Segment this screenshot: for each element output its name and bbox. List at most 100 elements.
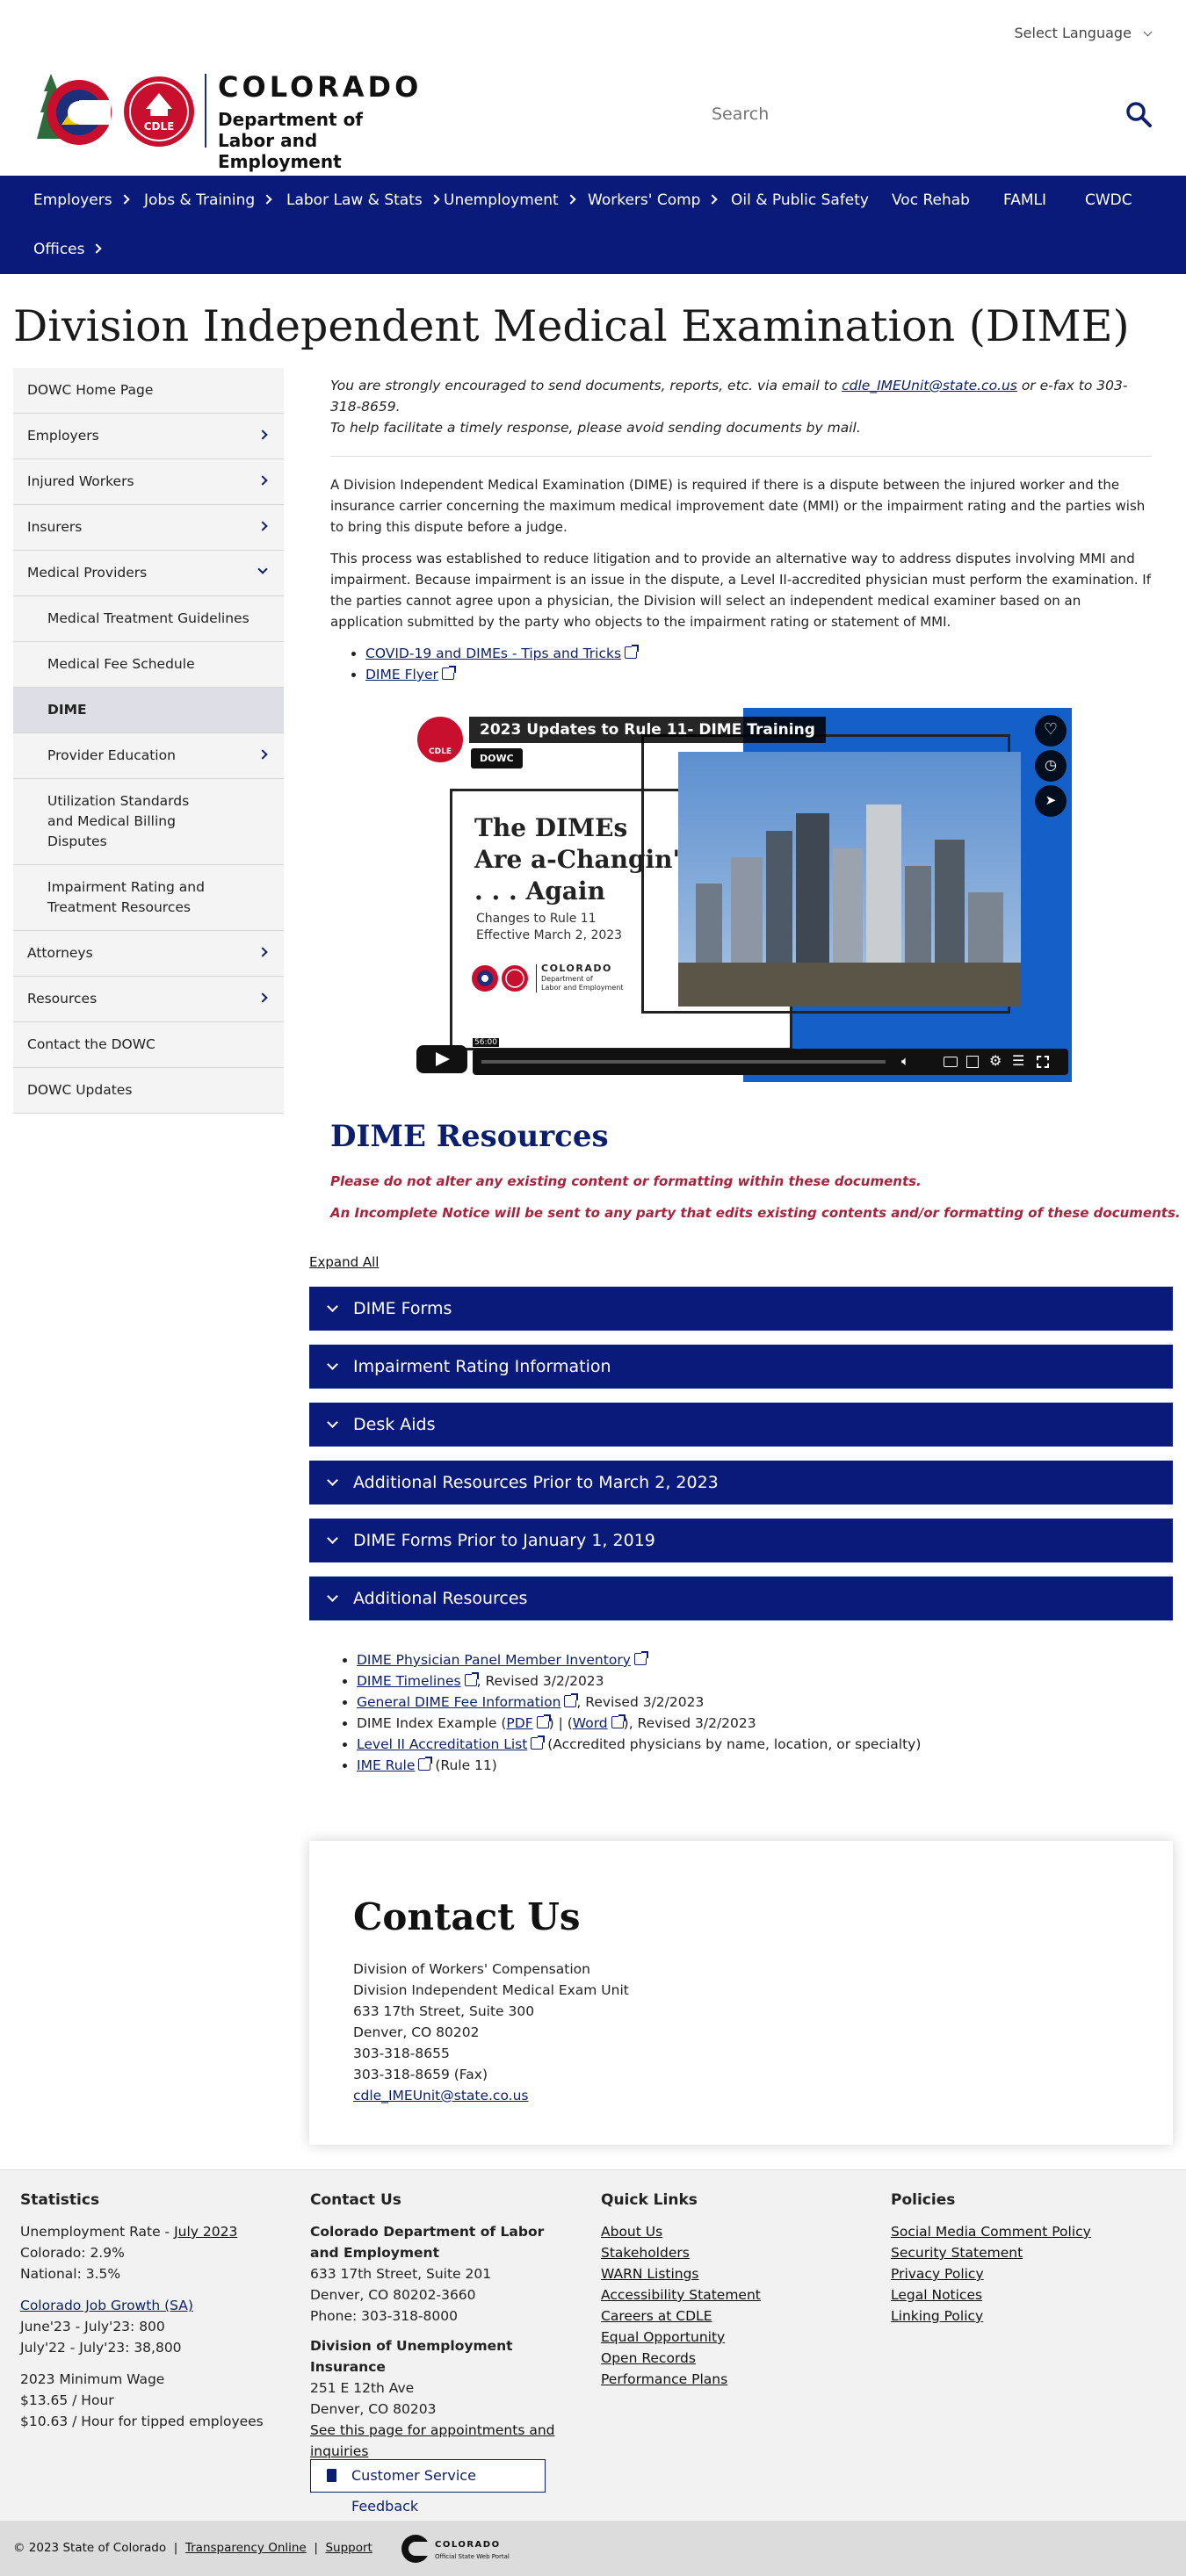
chevron-right-icon[interactable]: [257, 749, 268, 760]
settings-gear-icon[interactable]: ⚙: [989, 1052, 1002, 1069]
sidebar-item-dime[interactable]: DIME: [13, 688, 284, 733]
stakeholders-link[interactable]: Stakeholders: [601, 2245, 690, 2261]
ime-rule-link[interactable]: IME Rule: [357, 1757, 415, 1773]
legal-notices-link[interactable]: Legal Notices: [891, 2287, 982, 2303]
contact-email-link[interactable]: cdle_IMEUnit@state.co.us: [353, 2088, 529, 2103]
select-language[interactable]: Select Language: [1015, 25, 1153, 41]
chevron-right-icon[interactable]: [257, 429, 268, 440]
sidebar-item-resources[interactable]: Resources: [13, 977, 284, 1022]
slide-logo-sub-1: Department of: [541, 975, 593, 983]
chevron-right-icon[interactable]: [257, 475, 268, 486]
chevron-right-icon[interactable]: [257, 947, 268, 957]
careers-link[interactable]: Careers at CDLE: [601, 2308, 712, 2324]
video-title[interactable]: 2023 Updates to Rule 11- DIME Training: [469, 717, 826, 743]
dime-timelines-link[interactable]: DIME Timelines: [357, 1673, 461, 1689]
play-button[interactable]: [416, 1045, 467, 1073]
accordion-forms-prior-2019[interactable]: DIME Forms Prior to January 1, 2019: [309, 1519, 1173, 1562]
cdle-logo[interactable]: CDLE COLORADO Department of Labor and Em…: [25, 69, 446, 172]
sidebar-item-employers[interactable]: Employers: [13, 414, 284, 459]
open-records-link[interactable]: Open Records: [601, 2350, 696, 2366]
heart-icon[interactable]: ♡: [1035, 715, 1067, 747]
sidebar-item-medical-fee-schedule[interactable]: Medical Fee Schedule: [13, 642, 284, 688]
youtube-video-player[interactable]: The DIMEs Are a-Changin' . . . Again Cha…: [413, 708, 1072, 1082]
playlist-icon[interactable]: ☰: [1012, 1052, 1024, 1069]
search-input[interactable]: [712, 97, 1089, 132]
sidebar-item-attorneys[interactable]: Attorneys: [13, 931, 284, 977]
state-logo-subtitle: Official State Web Portal: [435, 2553, 510, 2560]
footer-heading: Quick Links: [601, 2191, 698, 2209]
sidebar-item-medical-treatment-guidelines[interactable]: Medical Treatment Guidelines: [13, 596, 284, 642]
sidebar-item-dowc-updates[interactable]: DOWC Updates: [13, 1068, 284, 1114]
accordion-dime-forms[interactable]: DIME Forms: [309, 1287, 1173, 1331]
about-us-link[interactable]: About Us: [601, 2224, 662, 2240]
submission-notice: You are strongly encouraged to send docu…: [330, 375, 1152, 438]
list-item: General DIME Fee Information , Revised 3/…: [357, 1692, 921, 1713]
watch-later-icon[interactable]: ◷: [1035, 750, 1067, 782]
svg-text:CDLE: CDLE: [144, 120, 175, 133]
sidebar-item-medical-providers[interactable]: Medical Providers: [13, 551, 284, 596]
accreditation-list-link[interactable]: Level II Accreditation List: [357, 1736, 527, 1752]
unemployment-month-link[interactable]: July 2023: [174, 2224, 237, 2240]
equal-opportunity-link[interactable]: Equal Opportunity: [601, 2329, 725, 2345]
nav-voc-rehab[interactable]: Voc Rehab: [892, 191, 970, 209]
state-portal-logo[interactable]: COLORADO Official State Web Portal: [400, 2533, 523, 2565]
channel-name[interactable]: DOWC: [471, 748, 523, 768]
accordion-desk-aids[interactable]: Desk Aids: [309, 1403, 1173, 1447]
notice-email-link[interactable]: cdle_IMEUnit@state.co.us: [842, 378, 1017, 393]
accordion-additional-prior-2023[interactable]: Additional Resources Prior to March 2, 2…: [309, 1461, 1173, 1504]
sidebar-item-provider-education[interactable]: Provider Education: [13, 733, 284, 779]
expand-all-link[interactable]: Expand All: [309, 1254, 379, 1270]
warn-listings-link[interactable]: WARN Listings: [601, 2266, 699, 2282]
transparency-online-link[interactable]: Transparency Online: [185, 2541, 307, 2555]
social-media-policy-link[interactable]: Social Media Comment Policy: [891, 2224, 1091, 2240]
nav-unemployment[interactable]: Unemployment: [444, 191, 576, 209]
sidebar-item-impairment-rating[interactable]: Impairment Rating and Treatment Resource…: [13, 865, 284, 931]
nav-jobs-training[interactable]: Jobs & Training: [144, 191, 272, 209]
volume-icon[interactable]: 🔈︎: [901, 1053, 909, 1069]
physician-panel-inventory-link[interactable]: DIME Physician Panel Member Inventory: [357, 1652, 631, 1668]
sidebar-item-injured-workers[interactable]: Injured Workers: [13, 459, 284, 505]
chevron-down-icon[interactable]: [257, 564, 268, 574]
sidebar-item-insurers[interactable]: Insurers: [13, 505, 284, 551]
covid-dime-tips-link[interactable]: COVID-19 and DIMEs - Tips and Tricks: [365, 646, 621, 661]
channel-avatar[interactable]: CDLE: [416, 715, 465, 764]
sidebar-item-contact-dowc[interactable]: Contact the DOWC: [13, 1022, 284, 1068]
job-growth-link[interactable]: Colorado Job Growth (SA): [20, 2298, 193, 2313]
video-control-bar[interactable]: 🔈︎ ⚙ ☰: [473, 1049, 1068, 1075]
search-icon[interactable]: [1125, 100, 1153, 128]
share-icon[interactable]: ➤: [1035, 785, 1067, 817]
nav-famli[interactable]: FAMLI: [1003, 191, 1046, 209]
captions-icon[interactable]: [944, 1057, 958, 1067]
fee-information-link[interactable]: General DIME Fee Information: [357, 1694, 560, 1710]
accordion-impairment-rating[interactable]: Impairment Rating Information: [309, 1345, 1173, 1389]
chevron-right-icon[interactable]: [257, 521, 268, 531]
nav-offices[interactable]: Offices: [33, 241, 103, 258]
nav-oil-public-safety[interactable]: Oil & Public Safety: [731, 191, 869, 209]
performance-plans-link[interactable]: Performance Plans: [601, 2371, 727, 2387]
nav-labor-law-stats[interactable]: Labor Law & Stats: [286, 191, 440, 209]
index-example-pdf-link[interactable]: PDF: [506, 1715, 532, 1731]
accordion-label: DIME Forms Prior to January 1, 2019: [353, 1531, 655, 1550]
transcript-icon[interactable]: [966, 1056, 979, 1068]
dime-process-description: This process was established to reduce l…: [330, 551, 1151, 630]
security-statement-link[interactable]: Security Statement: [891, 2245, 1023, 2261]
appointments-link[interactable]: See this page for appointments and inqui…: [310, 2422, 555, 2459]
privacy-policy-link[interactable]: Privacy Policy: [891, 2266, 984, 2282]
chevron-down-icon: [1143, 27, 1153, 37]
chevron-right-icon[interactable]: [257, 992, 268, 1003]
index-example-word-link[interactable]: Word: [573, 1715, 608, 1731]
customer-service-feedback-button[interactable]: Customer Service Feedback: [310, 2459, 546, 2515]
accordion-additional-resources[interactable]: Additional Resources: [309, 1577, 1173, 1620]
fullscreen-icon[interactable]: [1037, 1056, 1049, 1068]
linking-policy-link[interactable]: Linking Policy: [891, 2308, 983, 2324]
sidebar-item-label: DOWC Updates: [27, 1082, 133, 1098]
video-progress-bar[interactable]: [481, 1060, 886, 1064]
nav-cwdc[interactable]: CWDC: [1085, 191, 1132, 209]
nav-employers[interactable]: Employers: [33, 191, 130, 209]
accessibility-link[interactable]: Accessibility Statement: [601, 2287, 761, 2303]
sidebar-item-dowc-home[interactable]: DOWC Home Page: [13, 368, 284, 414]
nav-workers-comp[interactable]: Workers' Comp: [588, 191, 719, 209]
dime-flyer-link[interactable]: DIME Flyer: [365, 667, 438, 682]
sidebar-item-utilization-standards[interactable]: Utilization Standards and Medical Billin…: [13, 779, 284, 865]
support-link[interactable]: Support: [325, 2541, 372, 2555]
